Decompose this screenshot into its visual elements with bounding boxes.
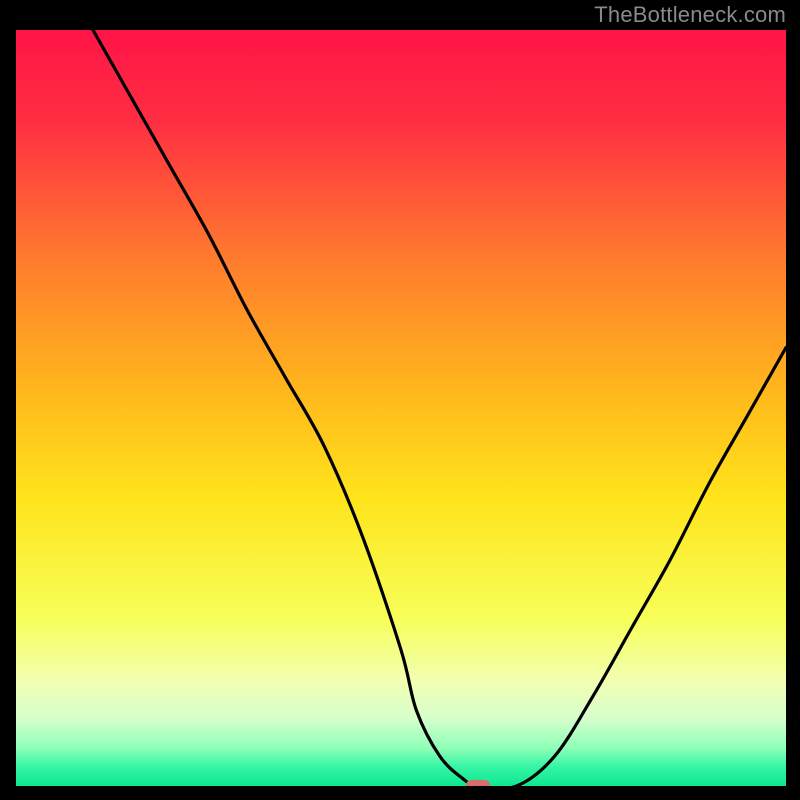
chart-svg bbox=[16, 30, 786, 786]
plot-area bbox=[16, 30, 786, 786]
gradient-background bbox=[16, 30, 786, 786]
chart-frame: TheBottleneck.com bbox=[0, 0, 800, 800]
optimal-marker bbox=[466, 780, 490, 786]
attribution-label: TheBottleneck.com bbox=[594, 2, 786, 28]
